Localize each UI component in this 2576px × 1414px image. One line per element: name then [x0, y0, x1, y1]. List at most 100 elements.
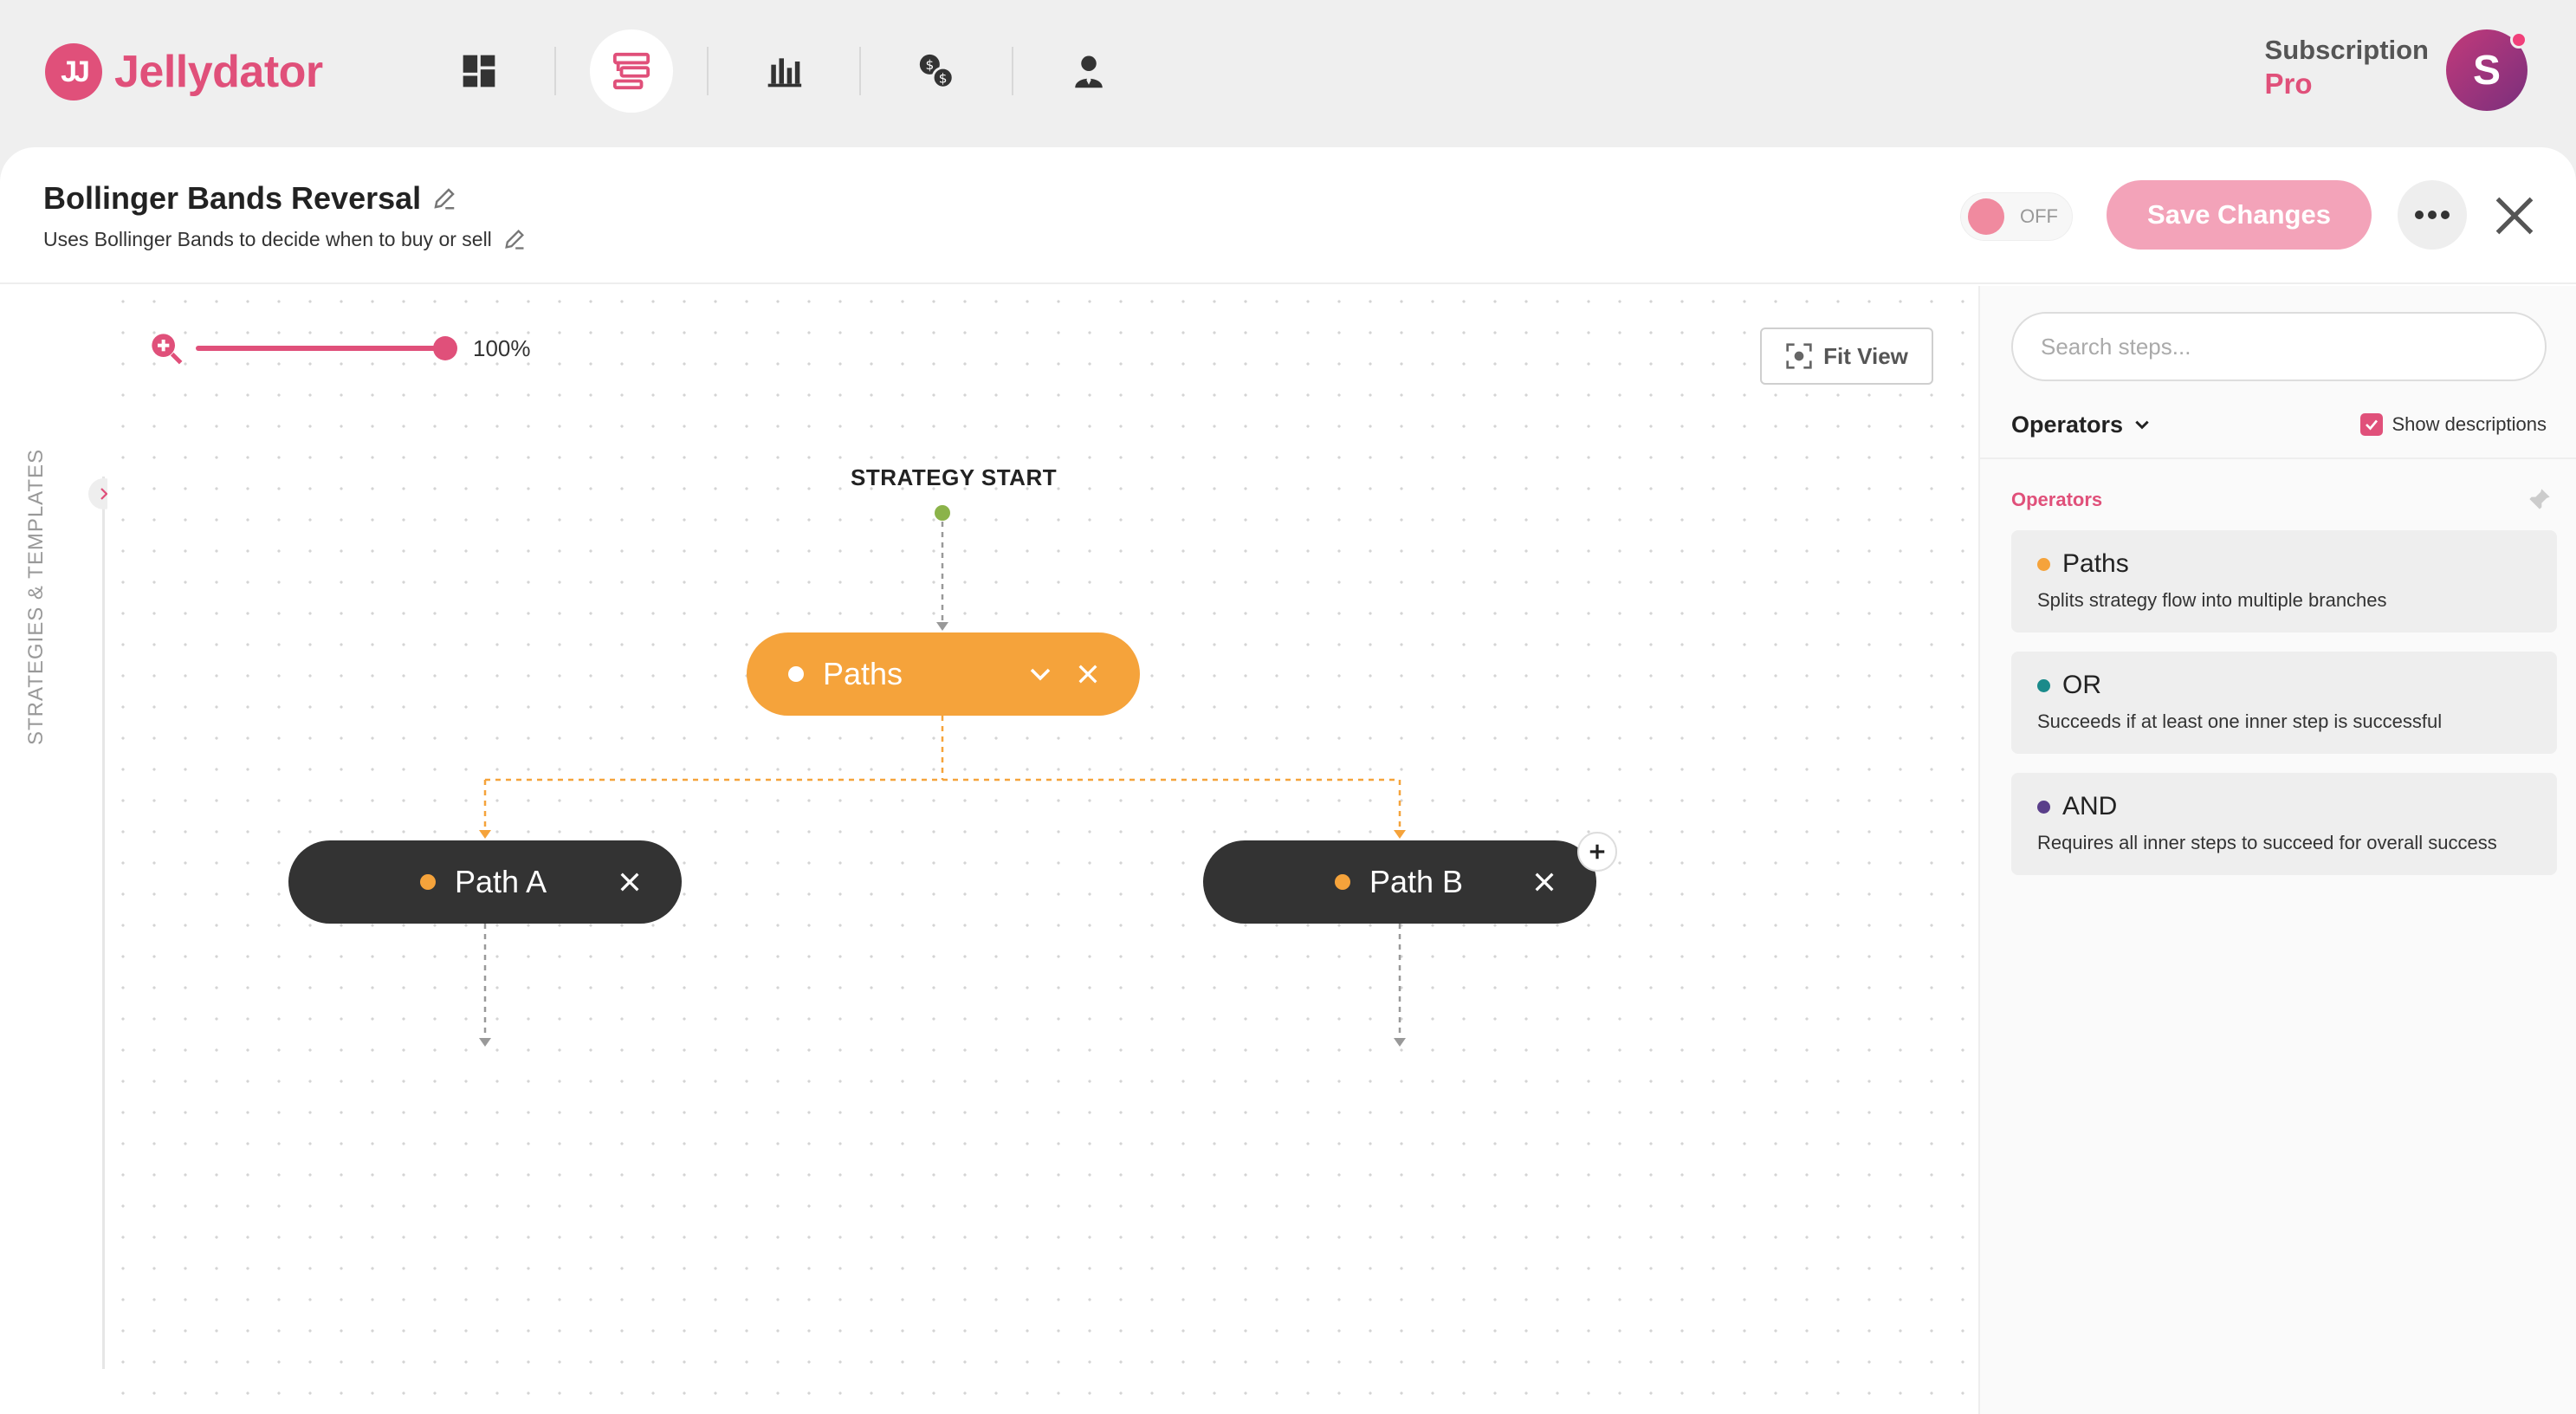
operator-color-dot: [2037, 678, 2050, 692]
operator-description: Splits strategy flow into multiple branc…: [2037, 589, 2387, 611]
node-status-dot: [420, 874, 436, 890]
main-nav: $ $: [437, 28, 1130, 114]
strategy-description-row: Uses Bollinger Bands to decide when to b…: [43, 227, 527, 251]
edit-description-icon[interactable]: [502, 227, 527, 251]
strategy-active-toggle[interactable]: OFF: [1960, 192, 2073, 241]
zoom-in-icon[interactable]: [149, 331, 184, 366]
check-icon: [2366, 419, 2379, 431]
more-options-button[interactable]: [2398, 180, 2467, 250]
nav-dashboard[interactable]: [437, 29, 521, 113]
zoom-control: 100%: [149, 331, 531, 366]
node-actions: [1005, 661, 1100, 687]
close-icon: [1078, 665, 1097, 684]
avatar-initial: S: [2472, 47, 2501, 94]
bar-chart-icon: [767, 58, 802, 88]
zoom-level: 100%: [473, 334, 531, 361]
more-horizontal-icon: [2415, 211, 2450, 219]
close-icon: [1535, 872, 1554, 892]
category-dropdown-label: Operators: [2011, 411, 2124, 438]
nav-strategy-builder[interactable]: [590, 29, 673, 113]
strategy-canvas[interactable]: 100% Fit View STRATEGY START Paths Path …: [107, 286, 1978, 1414]
templates-rail-label[interactable]: STRATEGIES & TEMPLATES: [24, 449, 49, 745]
plus-icon: [1589, 844, 1605, 859]
add-path-button[interactable]: [1577, 832, 1617, 872]
top-bar: JJ Jellydator $ $ Subscription Pro S: [0, 0, 2576, 147]
user-icon: [1075, 55, 1103, 88]
dashboard-icon: [463, 55, 495, 88]
rail-divider: [102, 477, 105, 1369]
collapse-node-button[interactable]: [1027, 661, 1053, 687]
svg-text:$: $: [939, 70, 948, 86]
path-b-node[interactable]: Path B: [1203, 840, 1596, 924]
paths-node-label: Paths: [823, 656, 903, 691]
nav-analytics[interactable]: [742, 29, 825, 113]
subscription-label: Subscription: [2264, 35, 2429, 65]
save-changes-button[interactable]: Save Changes: [2107, 180, 2372, 250]
steps-sidebar: Operators Show descriptions Operators Pa…: [1978, 286, 2576, 1414]
zoom-slider-handle[interactable]: [433, 336, 457, 360]
operator-card-or[interactable]: OR Succeeds if at least one inner step i…: [2011, 652, 2557, 754]
pin-section-button[interactable]: [2527, 487, 2552, 516]
subscription-info[interactable]: Subscription Pro: [2265, 35, 2429, 101]
pin-icon: [2529, 489, 2550, 509]
operator-card-and[interactable]: AND Requires all inner steps to succeed …: [2011, 773, 2557, 875]
zoom-slider[interactable]: [196, 336, 457, 360]
nav-separator: [554, 47, 556, 95]
node-actions: [1510, 870, 1557, 894]
operators-list: Paths Splits strategy flow into multiple…: [2011, 530, 2557, 894]
notification-dot: [2510, 31, 2527, 49]
category-dropdown[interactable]: Operators: [2011, 412, 2151, 438]
sidebar-divider: [1980, 457, 2576, 459]
nav-separator: [1012, 47, 1013, 95]
operator-name: Paths: [2062, 549, 2129, 578]
path-b-label: Path B: [1369, 864, 1464, 899]
main-panel: Bollinger Bands Reversal Uses Bollinger …: [0, 147, 2576, 1414]
start-connector-dot: [935, 505, 950, 521]
path-a-node[interactable]: Path A: [288, 840, 682, 924]
search-steps-input[interactable]: [2011, 312, 2547, 381]
strategy-builder-icon: [612, 52, 650, 90]
svg-text:$: $: [925, 57, 934, 73]
toggle-label: OFF: [2020, 205, 2058, 227]
strategy-header: Bollinger Bands Reversal Uses Bollinger …: [0, 147, 2576, 284]
remove-node-button[interactable]: [618, 870, 642, 894]
show-descriptions-label: Show descriptions: [2392, 413, 2547, 435]
subscription-plan: Pro: [2264, 68, 2313, 100]
show-descriptions-option[interactable]: Show descriptions: [2360, 413, 2547, 436]
close-button[interactable]: [2484, 185, 2545, 246]
operator-name: AND: [2062, 792, 2118, 821]
remove-node-button[interactable]: [1076, 662, 1100, 686]
paths-node[interactable]: Paths: [747, 632, 1140, 716]
operator-description: Succeeds if at least one inner step is s…: [2037, 710, 2443, 732]
fit-view-button[interactable]: Fit View: [1760, 328, 1933, 385]
operator-card-paths[interactable]: Paths Splits strategy flow into multiple…: [2011, 530, 2557, 632]
strategy-title: Bollinger Bands Reversal: [43, 180, 422, 216]
show-descriptions-checkbox[interactable]: [2360, 413, 2384, 436]
strategy-description: Uses Bollinger Bands to decide when to b…: [43, 227, 492, 250]
nav-profile[interactable]: [1047, 29, 1130, 113]
chevron-down-icon: [2135, 420, 2149, 430]
operator-color-dot: [2037, 800, 2050, 814]
templates-rail: STRATEGIES & TEMPLATES: [0, 286, 120, 1414]
close-icon: [620, 872, 639, 892]
operator-name: OR: [2062, 671, 2101, 699]
chevron-down-icon: [1030, 668, 1051, 681]
operator-card-header: OR: [2037, 671, 2531, 700]
remove-node-button[interactable]: [1532, 870, 1557, 894]
strategy-title-row: Bollinger Bands Reversal: [43, 180, 457, 217]
node-status-dot: [1335, 874, 1350, 890]
operator-card-header: Paths: [2037, 549, 2531, 579]
nav-separator: [859, 47, 861, 95]
toggle-knob: [1968, 198, 2004, 235]
avatar[interactable]: S: [2446, 29, 2527, 111]
app-logo[interactable]: JJ Jellydator: [45, 42, 323, 102]
edit-title-icon[interactable]: [431, 185, 457, 211]
currency-exchange-icon: $ $: [919, 54, 955, 89]
fit-view-label: Fit View: [1823, 342, 1908, 369]
fit-view-icon: [1786, 343, 1812, 369]
strategy-start-label: STRATEGY START: [851, 464, 1058, 490]
nav-exchange[interactable]: $ $: [895, 29, 978, 113]
node-actions: [595, 870, 642, 894]
operator-description: Requires all inner steps to succeed for …: [2037, 832, 2497, 853]
nav-separator: [707, 47, 709, 95]
